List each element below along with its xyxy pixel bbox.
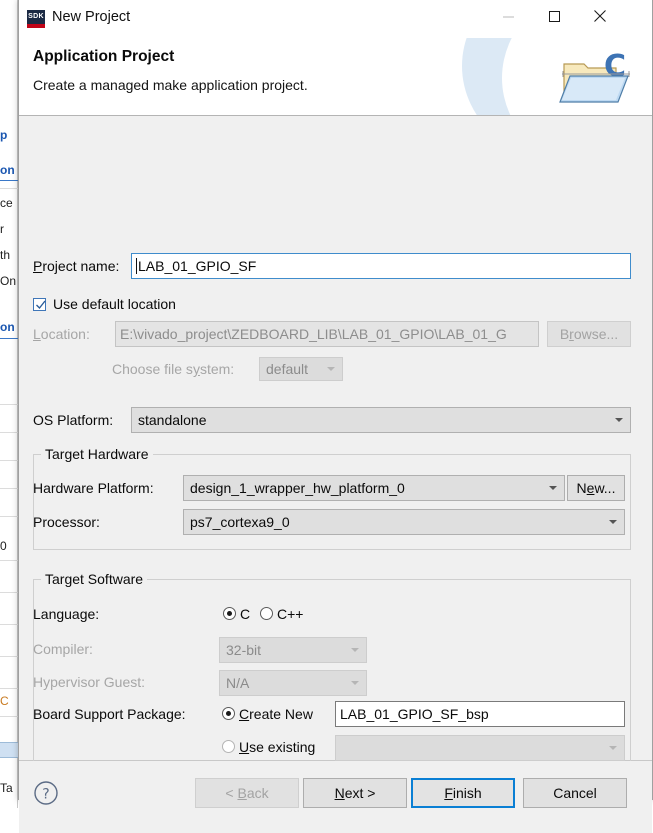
compiler-combo: 32-bit [219, 637, 367, 663]
processor-value: ps7_cortexa9_0 [190, 514, 290, 530]
bsp-name-value: LAB_01_GPIO_SF_bsp [340, 706, 489, 722]
minimize-button[interactable] [485, 0, 531, 32]
target-software-group-title: Target Software [41, 571, 148, 587]
dialog-title: New Project [52, 9, 131, 25]
browse-button: Browse... [547, 321, 631, 347]
location-value: E:\vivado_project\ZEDBOARD_LIB\LAB_01_GP… [120, 326, 507, 342]
sdk-icon: SDK [27, 10, 45, 28]
dialog-body: Project name: LAB_01_GPIO_SF Use default… [19, 116, 652, 779]
compiler-value: 32-bit [226, 642, 262, 658]
finish-button[interactable]: Finish [411, 778, 515, 808]
hypervisor-guest-label: Hypervisor Guest: [33, 674, 146, 690]
dialog-footer: ? < Back Next > Finish Cancel [19, 761, 652, 833]
chevron-down-icon [327, 367, 335, 371]
radio-dot [227, 611, 232, 616]
location-input: E:\vivado_project\ZEDBOARD_LIB\LAB_01_GP… [115, 321, 539, 347]
compiler-label: Compiler: [33, 641, 93, 657]
bsp-create-new-radio[interactable] [222, 707, 235, 720]
bsp-name-input[interactable]: LAB_01_GPIO_SF_bsp [335, 701, 625, 727]
hypervisor-guest-combo: N/A [219, 670, 367, 696]
choose-file-system-combo: default [259, 357, 343, 381]
bsp-create-new-label[interactable]: Create New [239, 706, 313, 722]
new-project-dialog: SDK New Project Application Project Crea… [18, 0, 653, 833]
maximize-icon [548, 10, 560, 22]
dialog-titlebar: SDK New Project [19, 0, 652, 38]
use-default-location-label[interactable]: Use default location [53, 296, 176, 312]
language-option-c-label[interactable]: C [240, 606, 250, 622]
dialog-header: Application Project Create a managed mak… [19, 38, 652, 116]
new-button-label: New... [576, 480, 616, 496]
help-button[interactable]: ? [33, 780, 59, 811]
chevron-down-icon [609, 746, 617, 750]
radio-dot [226, 711, 231, 716]
choose-file-system-value: default [266, 361, 309, 377]
chevron-down-icon [351, 648, 359, 652]
checkmark-icon [36, 300, 46, 310]
page-subtitle: Create a managed make application projec… [33, 77, 308, 93]
project-name-value: LAB_01_GPIO_SF [138, 258, 257, 274]
page-title: Application Project [33, 48, 175, 65]
target-hardware-group [33, 454, 631, 550]
os-platform-label: OS Platform: [33, 412, 114, 428]
bsp-use-existing-combo [335, 735, 625, 761]
chevron-down-icon [549, 486, 557, 490]
cancel-label: Cancel [553, 785, 597, 801]
new-hardware-platform-button[interactable]: New... [567, 475, 625, 501]
language-label: Language: [33, 606, 100, 622]
cancel-button[interactable]: Cancel [523, 778, 627, 808]
project-name-label: Project name: [33, 258, 120, 274]
hardware-platform-label: Hardware Platform: [33, 480, 154, 496]
back-button: < Back [195, 778, 299, 808]
os-platform-value: standalone [138, 412, 207, 428]
text-caret [136, 258, 137, 274]
hypervisor-guest-value: N/A [226, 675, 250, 691]
bsp-use-existing-label[interactable]: Use existing [239, 739, 315, 755]
svg-text:?: ? [42, 787, 49, 803]
help-icon: ? [33, 781, 59, 810]
minimize-icon [502, 11, 514, 22]
browse-label: Browse... [559, 326, 619, 342]
os-platform-combo[interactable]: standalone [131, 407, 631, 433]
target-hardware-group-title: Target Hardware [41, 446, 153, 462]
hardware-platform-value: design_1_wrapper_hw_platform_0 [190, 480, 405, 496]
choose-file-system-label: Choose file system: [112, 361, 235, 377]
close-icon [594, 10, 606, 22]
processor-label: Processor: [33, 514, 100, 530]
bsp-label: Board Support Package: [33, 706, 186, 722]
chevron-down-icon [615, 418, 623, 422]
processor-combo[interactable]: ps7_cortexa9_0 [183, 509, 625, 535]
back-label: < Back [225, 785, 269, 801]
finish-label: Finish [444, 785, 482, 801]
chevron-down-icon [351, 681, 359, 685]
language-radio-cpp[interactable] [260, 607, 273, 620]
next-label: Next > [334, 785, 376, 801]
location-label: Location: [33, 326, 90, 342]
next-button[interactable]: Next > [303, 778, 407, 808]
bsp-use-existing-radio[interactable] [222, 740, 235, 753]
use-default-location-checkbox[interactable] [33, 298, 46, 311]
chevron-down-icon [609, 520, 617, 524]
c-folder-icon: C [554, 42, 640, 114]
hardware-platform-combo[interactable]: design_1_wrapper_hw_platform_0 [183, 475, 565, 501]
maximize-button[interactable] [531, 0, 577, 32]
language-radio-c[interactable] [223, 607, 236, 620]
language-option-cpp-label[interactable]: C++ [277, 606, 303, 622]
project-name-input[interactable]: LAB_01_GPIO_SF [131, 253, 631, 279]
close-button[interactable] [577, 0, 623, 32]
